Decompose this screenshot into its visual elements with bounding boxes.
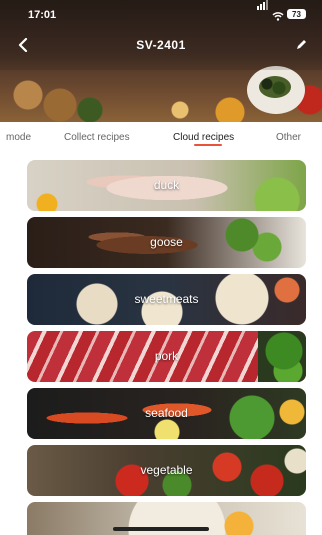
category-label: seafood	[145, 406, 188, 420]
category-card-goose[interactable]: goose	[27, 217, 306, 268]
page-title: SV-2401	[136, 38, 186, 52]
top-bar: SV-2401	[0, 30, 322, 60]
pencil-icon	[297, 40, 306, 49]
category-label: pork	[154, 349, 179, 363]
status-bar: 17:01 73	[0, 0, 322, 28]
edit-button[interactable]	[288, 32, 314, 58]
header-food-plate	[247, 66, 305, 114]
tab-mode[interactable]: mode	[6, 132, 31, 143]
category-label: duck	[153, 178, 180, 192]
category-card-pork[interactable]: pork	[27, 331, 306, 382]
tab-cloud-recipes[interactable]: Cloud recipes	[173, 132, 234, 143]
category-card-duck[interactable]: duck	[27, 160, 306, 211]
category-label: sweetmeats	[134, 292, 199, 306]
category-label: goose	[150, 235, 183, 249]
status-time: 17:01	[28, 9, 57, 21]
category-label: vegetable	[140, 463, 193, 477]
tab-other[interactable]: Other	[276, 132, 301, 143]
tab-collect-recipes[interactable]: Collect recipes	[64, 132, 130, 143]
battery-icon: 73	[287, 9, 306, 19]
home-indicator	[113, 527, 209, 531]
recipe-category-list: duck goose sweetmeats pork seafood veget…	[0, 156, 322, 535]
wifi-icon	[272, 8, 284, 26]
active-tab-indicator	[194, 144, 222, 146]
tab-bar: mode Collect recipes Cloud recipes Other	[0, 122, 322, 154]
category-card-sweetmeats[interactable]: sweetmeats	[27, 274, 306, 325]
category-card-vegetable[interactable]: vegetable	[27, 445, 306, 496]
category-card-seafood[interactable]: seafood	[27, 388, 306, 439]
